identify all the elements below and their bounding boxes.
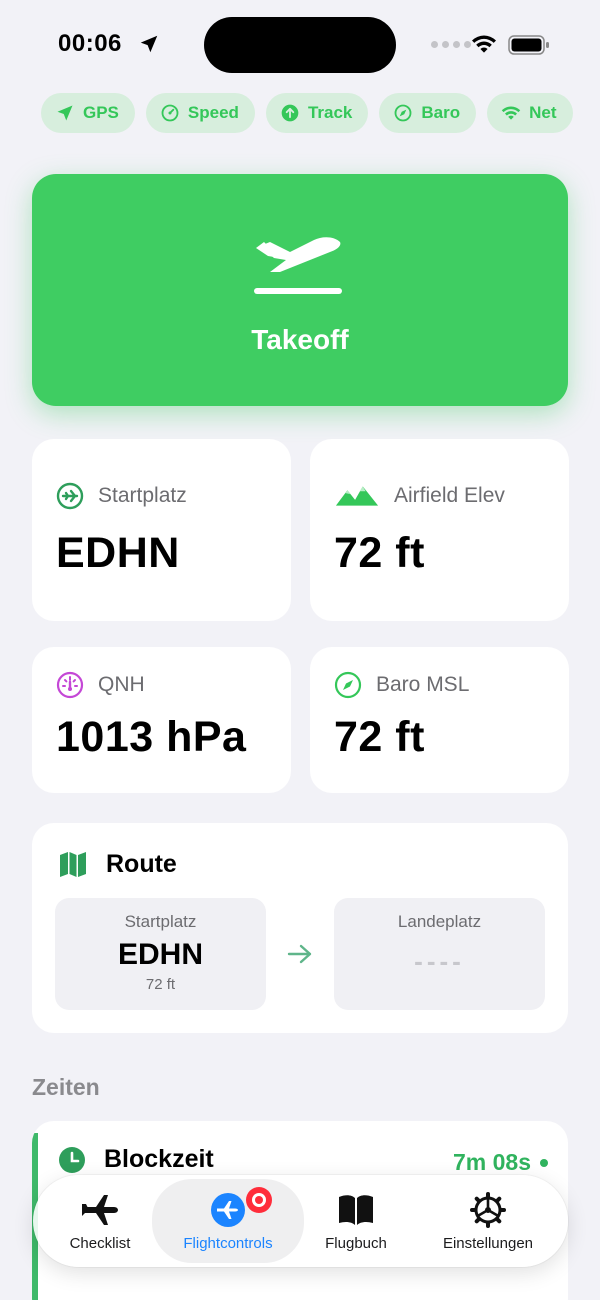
airplane-circle-icon xyxy=(211,1193,245,1227)
route-card: Route Startplatz EDHN 72 ft Landeplatz -… xyxy=(32,823,568,1033)
tab-label: Einstellungen xyxy=(442,1235,534,1252)
tab-label: Flightcontrols xyxy=(183,1235,273,1252)
route-title: Route xyxy=(106,849,177,878)
route-from-code: EDHN xyxy=(117,938,203,971)
route-from-label: Startplatz xyxy=(124,912,197,931)
chip-baro[interactable]: Baro xyxy=(379,93,477,133)
chip-label: Net xyxy=(529,103,557,122)
status-chips: GPS Speed Track Baro Net xyxy=(41,93,573,133)
status-bar: 00:06 xyxy=(0,0,600,90)
blockzeit-value: 7m 08s xyxy=(452,1149,531,1175)
book-icon xyxy=(339,1195,373,1225)
route-from-elevation: 72 ft xyxy=(145,976,176,993)
arrow-up-circle-icon xyxy=(281,104,299,122)
tab-flightcontrols[interactable]: Flightcontrols xyxy=(152,1179,304,1263)
arrow-right-icon xyxy=(287,944,312,964)
wifi-icon xyxy=(472,35,496,53)
gear-icon xyxy=(470,1192,506,1228)
gauge-icon xyxy=(56,671,84,699)
mountains-icon xyxy=(335,486,379,506)
dynamic-island xyxy=(204,17,396,73)
compass-icon xyxy=(394,104,412,122)
airplane-departure-icon xyxy=(254,237,342,294)
location-arrow-icon xyxy=(57,105,73,121)
airplane-icon xyxy=(82,1195,118,1225)
route-to-code: ---- xyxy=(414,946,465,976)
live-dot-icon xyxy=(540,1158,548,1167)
record-badge-icon xyxy=(246,1187,272,1213)
stat-card-baro-msl: Baro MSL 72 ft xyxy=(310,647,569,793)
signal-dots-icon xyxy=(431,41,471,48)
tab-einstellungen[interactable]: Einstellungen xyxy=(433,1175,543,1267)
stat-card-airfield-elev: Airfield Elev 72 ft xyxy=(310,439,569,621)
chip-label: Track xyxy=(307,103,353,122)
chip-net[interactable]: Net xyxy=(487,93,573,133)
status-time: 00:06 xyxy=(58,30,122,57)
blockzeit-timer: 7m 08s xyxy=(453,1149,548,1176)
section-title-zeiten: Zeiten xyxy=(32,1074,100,1100)
tab-label: Flugbuch xyxy=(325,1235,387,1252)
tab-label: Checklist xyxy=(69,1235,131,1252)
stat-value: EDHN xyxy=(56,529,180,577)
chip-gps[interactable]: GPS xyxy=(41,93,135,133)
tab-bar: Checklist Flightcontrols Flugbuch Einste… xyxy=(33,1175,568,1267)
stat-label: QNH xyxy=(98,673,145,696)
chip-speed[interactable]: Speed xyxy=(145,93,255,133)
route-to-box[interactable]: Landeplatz ---- xyxy=(334,898,545,1010)
stat-label: Airfield Elev xyxy=(394,484,505,507)
tab-checklist[interactable]: Checklist xyxy=(55,1175,145,1267)
route-from-box[interactable]: Startplatz EDHN 72 ft xyxy=(55,898,266,1010)
chip-label: Baro xyxy=(421,103,461,122)
compass-icon xyxy=(334,671,362,699)
map-icon xyxy=(60,852,86,877)
location-arrow-icon xyxy=(140,35,158,53)
chip-label: Speed xyxy=(187,103,239,122)
speedometer-icon xyxy=(161,104,179,122)
stat-label: Startplatz xyxy=(98,484,187,507)
takeoff-button[interactable]: Takeoff xyxy=(32,174,568,406)
tab-flugbuch[interactable]: Flugbuch xyxy=(316,1175,396,1267)
stat-value: 1013 hPa xyxy=(56,713,247,761)
stat-value: 72 ft xyxy=(334,713,425,761)
takeoff-label: Takeoff xyxy=(251,324,349,355)
airplane-circle-icon xyxy=(56,482,84,510)
blockzeit-title: Blockzeit xyxy=(104,1145,214,1173)
stat-value: 72 ft xyxy=(334,529,425,577)
stat-card-qnh: QNH 1013 hPa xyxy=(32,647,291,793)
stat-label: Baro MSL xyxy=(376,673,470,696)
route-to-label: Landeplatz xyxy=(397,912,482,931)
battery-icon xyxy=(508,35,549,55)
clock-icon xyxy=(59,1146,85,1173)
chip-label: GPS xyxy=(83,103,119,122)
wifi-icon xyxy=(501,106,521,120)
stat-card-startplatz: Startplatz EDHN xyxy=(32,439,291,621)
chip-track[interactable]: Track xyxy=(265,93,369,133)
